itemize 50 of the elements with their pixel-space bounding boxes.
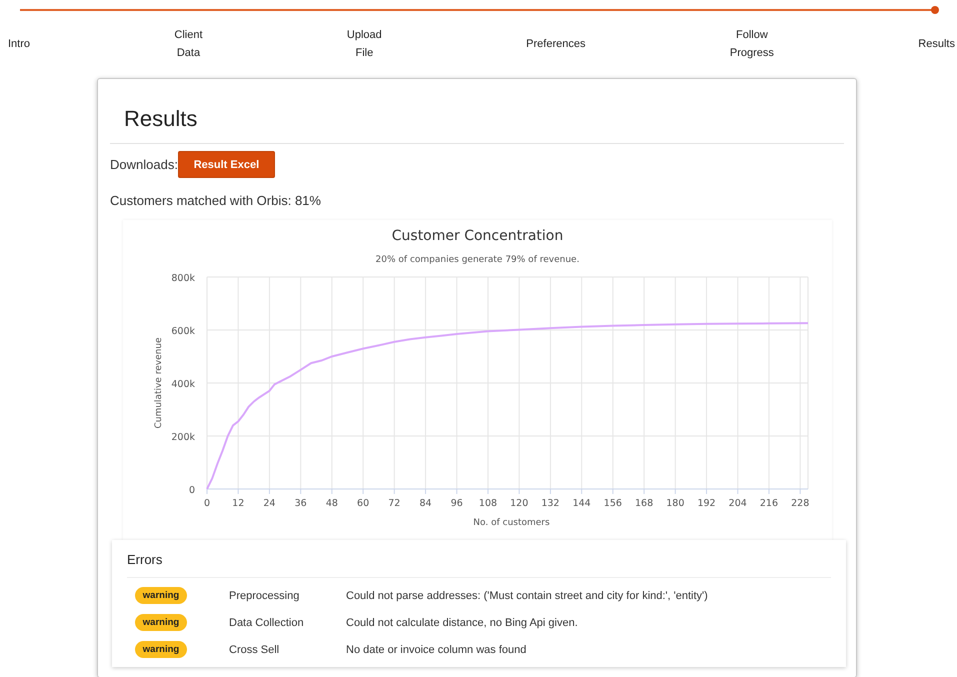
step-label[interactable]: Upload File [346,26,382,62]
error-message: Could not calculate distance, no Bing Api given. [346,616,579,628]
y-axis-title: Cumulative revenue [154,337,164,429]
x-tick-label: 24 [263,498,276,509]
step-label[interactable]: Client Data [174,26,203,62]
warning-badge: warning [135,587,187,604]
y-tick-label: 800k [171,273,195,284]
x-tick-label: 216 [760,498,778,509]
x-tick-label: 120 [510,498,528,509]
y-tick-label: 400k [171,379,195,390]
x-tick-label: 48 [326,498,338,509]
error-message: No date or invoice column was found [346,644,528,656]
error-stage: Preprocessing [229,590,300,602]
downloads-label: Downloads: [110,157,178,172]
x-tick-label: 96 [450,498,463,509]
x-tick-label: 36 [294,498,307,509]
chart-title: Customer Concentration [392,228,564,244]
x-tick-label: 192 [697,498,716,509]
x-tick-label: 156 [604,498,622,509]
x-axis-title: No. of customers [473,518,550,528]
error-stage: Data Collection [229,616,305,628]
error-stage: Cross Sell [229,644,280,656]
step-label[interactable]: Preferences [526,35,586,53]
x-tick-label: 108 [478,498,498,509]
y-tick-label: 600k [171,326,195,337]
x-tick-label: 144 [572,498,591,509]
warning-badge: warning [135,614,187,631]
errors-heading: Errors [127,552,831,578]
x-tick-label: 72 [388,498,400,509]
step-label[interactable]: Follow Progress [730,26,774,62]
warning-badge: warning [135,641,187,658]
result-excel-button[interactable]: Result Excel [178,151,275,178]
x-tick-label: 12 [232,498,244,509]
chart-subtitle: 20% of companies generate 79% of revenue. [376,255,580,265]
y-tick-label: 200k [171,432,195,443]
x-tick-label: 0 [204,498,210,509]
match-text: Customers matched with Orbis: 81% [110,193,322,208]
step-label[interactable]: Results [918,35,955,53]
results-heading: Results [110,79,844,144]
x-tick-label: 168 [635,498,654,509]
x-tick-label: 60 [357,498,370,509]
x-tick-label: 204 [728,498,747,509]
x-tick-label: 180 [666,498,684,509]
x-tick-label: 84 [420,498,432,509]
step-label[interactable]: Intro [8,35,30,53]
y-tick-label: 0 [188,485,195,496]
error-message: Could not parse addresses: ('Must contain street and city for kind:', 'entity') [346,590,709,602]
progress-dot-icon [931,6,939,14]
x-tick-label: 228 [791,498,810,509]
x-tick-label: 132 [541,498,560,509]
